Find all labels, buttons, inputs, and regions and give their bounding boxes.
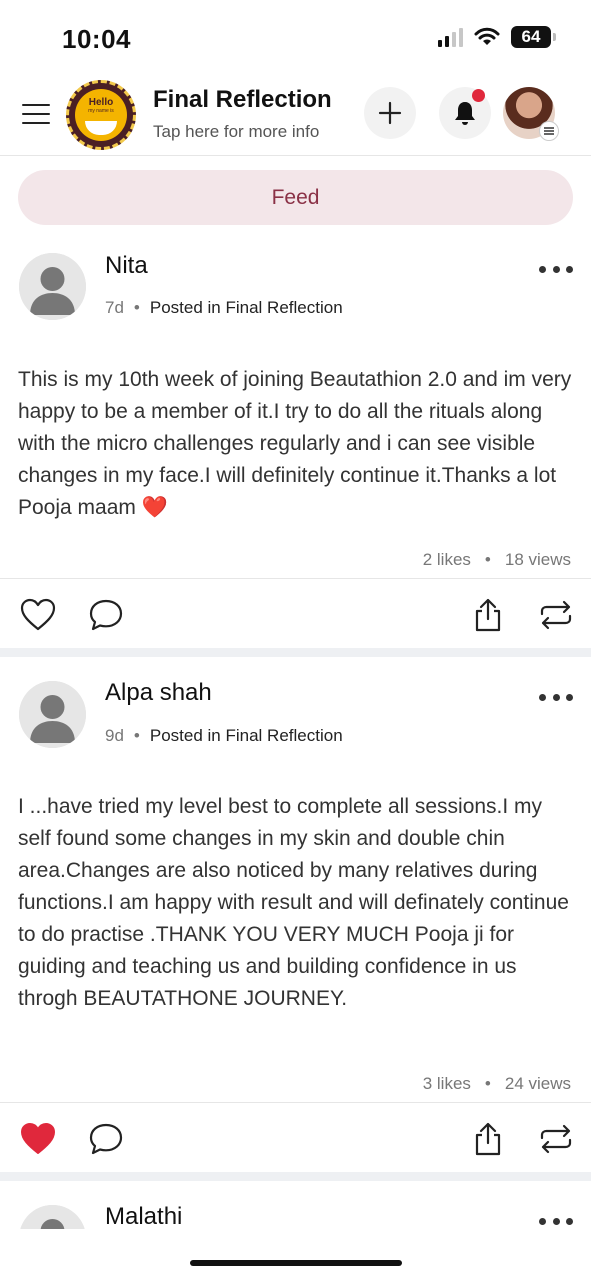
- post-action-bar: [0, 578, 591, 648]
- author-avatar[interactable]: [19, 1205, 86, 1229]
- group-info-link[interactable]: Tap here for more info: [153, 122, 319, 142]
- share-icon: [475, 598, 501, 632]
- post-card: Nita 7d • Posted in Final Reflection Thi…: [0, 240, 591, 648]
- post-age: 7d: [105, 298, 124, 317]
- app-header: Hello my name is Final Reflection Tap he…: [0, 76, 591, 156]
- author-avatar[interactable]: [19, 681, 86, 748]
- profile-avatar[interactable]: [503, 87, 559, 141]
- post-meta: 9d • Posted in Final Reflection: [105, 726, 343, 746]
- author-name[interactable]: Malathi: [105, 1203, 182, 1229]
- like-button[interactable]: [18, 595, 58, 635]
- post-options-icon[interactable]: [539, 1216, 573, 1226]
- profile-menu-icon: [539, 121, 559, 141]
- repost-button[interactable]: [536, 595, 576, 635]
- heart-outline-icon: [20, 598, 56, 631]
- comment-icon: [89, 599, 123, 631]
- group-logo[interactable]: Hello my name is: [66, 80, 136, 150]
- heart-filled-icon: [21, 1123, 55, 1154]
- stats-separator: •: [484, 1074, 491, 1093]
- post-separator: [0, 1172, 591, 1181]
- post-meta: 7d • Posted in Final Reflection: [105, 298, 343, 318]
- likes-count[interactable]: 3 likes: [423, 1074, 471, 1094]
- plus-icon: [378, 101, 402, 125]
- default-user-icon: [19, 681, 86, 748]
- likes-count[interactable]: 2 likes: [423, 550, 471, 570]
- author-name[interactable]: Nita: [105, 252, 148, 280]
- post-separator: [0, 648, 591, 657]
- post-action-bar: [0, 1102, 591, 1172]
- views-count: 24 views: [504, 1074, 571, 1093]
- default-user-icon: [19, 253, 86, 320]
- logo-badge: Hello my name is: [75, 89, 127, 141]
- comment-button[interactable]: [86, 595, 126, 635]
- post-body: I ...have tried my level best to complet…: [18, 795, 569, 1010]
- post-options-icon[interactable]: [539, 692, 573, 702]
- logo-subtext: my name is: [88, 108, 114, 114]
- repost-icon: [540, 1124, 572, 1154]
- meta-separator: •: [133, 726, 140, 745]
- default-user-icon: [19, 1205, 86, 1229]
- post-stats: 3 likes • 24 views: [423, 1074, 571, 1094]
- like-button[interactable]: [18, 1119, 58, 1159]
- views-count: 18 views: [504, 550, 571, 569]
- logo-text: Hello: [88, 97, 114, 108]
- status-time: 10:04: [62, 24, 131, 54]
- post-options-icon[interactable]: [539, 264, 573, 274]
- post-body: This is my 10th week of joining Beautath…: [18, 368, 572, 519]
- notification-dot: [472, 89, 485, 102]
- tab-feed[interactable]: Feed: [18, 170, 573, 225]
- stats-separator: •: [484, 550, 491, 569]
- bell-icon: [455, 102, 475, 125]
- share-button[interactable]: [468, 1119, 508, 1159]
- share-icon: [475, 1122, 501, 1156]
- author-avatar[interactable]: [19, 253, 86, 320]
- repost-icon: [540, 600, 572, 630]
- notifications-button[interactable]: [439, 87, 491, 139]
- wifi-icon: [474, 27, 500, 45]
- hamburger-menu-icon[interactable]: [22, 104, 50, 124]
- add-post-button[interactable]: [364, 87, 416, 139]
- author-name[interactable]: Alpa shah: [105, 679, 212, 707]
- status-bar: 10:04 64: [0, 0, 591, 76]
- share-button[interactable]: [468, 595, 508, 635]
- post-age: 9d: [105, 726, 124, 745]
- comment-button[interactable]: [86, 1119, 126, 1159]
- posted-in-label[interactable]: Posted in Final Reflection: [150, 726, 343, 746]
- cellular-signal-icon: [438, 27, 463, 47]
- meta-separator: •: [133, 298, 140, 317]
- comment-icon: [89, 1123, 123, 1155]
- post-card: Malathi: [0, 1181, 591, 1229]
- battery-icon: 64: [511, 26, 556, 48]
- group-title[interactable]: Final Reflection: [153, 86, 332, 114]
- repost-button[interactable]: [536, 1119, 576, 1159]
- post-stats: 2 likes • 18 views: [423, 550, 571, 570]
- status-icons: 64: [438, 26, 556, 48]
- posted-in-label[interactable]: Posted in Final Reflection: [150, 298, 343, 318]
- post-card: Alpa shah 9d • Posted in Final Reflectio…: [0, 667, 591, 1172]
- logo-bowl: [85, 121, 117, 135]
- home-indicator[interactable]: [190, 1260, 402, 1266]
